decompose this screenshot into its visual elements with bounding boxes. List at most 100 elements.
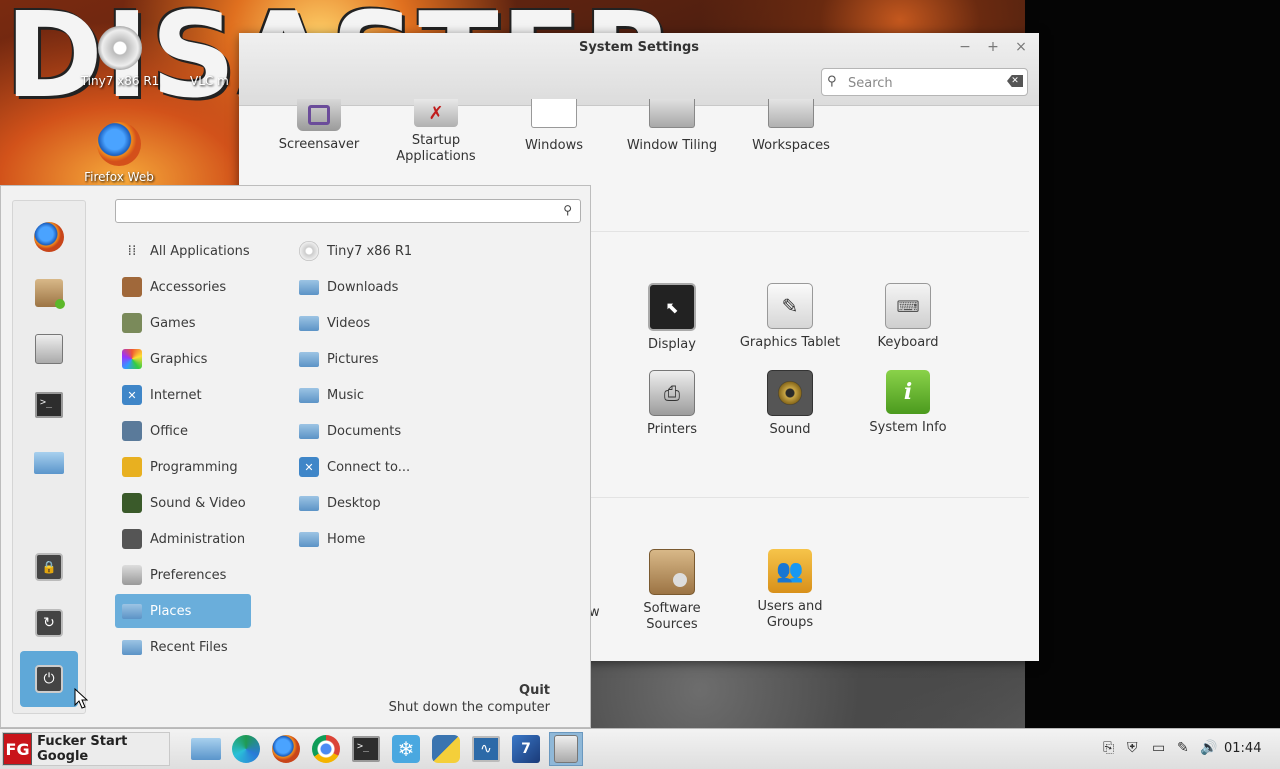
- settings-search-input[interactable]: [846, 72, 1000, 94]
- settings-item-screensaver[interactable]: Screensaver: [264, 99, 374, 152]
- section-divider: [589, 497, 1029, 498]
- clock[interactable]: 01:44: [1224, 741, 1261, 756]
- settings-item-workspaces[interactable]: Workspaces: [736, 99, 846, 153]
- settings-item-users-and-groups[interactable]: 👥 Users and Groups: [735, 549, 845, 631]
- place-documents[interactable]: Documents: [292, 416, 492, 446]
- pen-tray-icon[interactable]: ✎: [1177, 740, 1189, 756]
- application-menu: >_ 🔒 ↻ ⏻ ⚲ ⁞⁞ All Applications Accessorie…: [0, 185, 591, 728]
- menu-search-input[interactable]: [126, 202, 550, 222]
- edge-dev-icon: [232, 735, 260, 763]
- category-internet[interactable]: ✕ Internet: [115, 380, 251, 410]
- favorite-firefox[interactable]: [31, 219, 67, 255]
- place-label: Videos: [327, 315, 371, 331]
- desktop-icon-firefox[interactable]: Firefox Web: [74, 122, 164, 184]
- category-all-applications[interactable]: ⁞⁞ All Applications: [115, 236, 251, 266]
- category-recent-files[interactable]: Recent Files: [115, 632, 251, 662]
- keyboard-icon: ⌨: [885, 283, 931, 329]
- favorite-terminal[interactable]: >_: [31, 387, 67, 423]
- keyboard-tray-icon[interactable]: ▭: [1152, 740, 1165, 756]
- settings-item-display[interactable]: ⬉ Display: [617, 283, 727, 352]
- pictures-folder-icon: [299, 349, 319, 369]
- firefox-icon: [97, 122, 141, 166]
- settings-titlebar[interactable]: System Settings − + × ⚲ ✕: [239, 33, 1039, 106]
- place-home[interactable]: Home: [292, 524, 492, 554]
- place-label: Tiny7 x86 R1: [327, 243, 413, 259]
- settings-item-label: Sound: [769, 422, 811, 437]
- place-connect-to[interactable]: ✕ Connect to...: [292, 452, 492, 482]
- taskbar-firefox[interactable]: [269, 732, 303, 766]
- shield-tray-icon[interactable]: ⛨: [1127, 740, 1138, 756]
- screensaver-icon: [297, 99, 341, 131]
- clear-search-icon[interactable]: ✕: [1007, 75, 1023, 87]
- category-label: Accessories: [150, 279, 227, 295]
- settings-item-system-info[interactable]: i System Info: [853, 370, 963, 435]
- desktop-icon-tiny7[interactable]: Tiny7 x86 R1: [75, 26, 165, 88]
- category-label: Preferences: [150, 567, 227, 583]
- clipboard-tray-icon[interactable]: ⎘: [1103, 740, 1114, 756]
- category-sound-video[interactable]: Sound & Video: [115, 488, 251, 518]
- desktop-folder-icon: [299, 493, 319, 513]
- favorite-system-settings[interactable]: [31, 331, 67, 367]
- folder-icon: [34, 452, 64, 474]
- terminal-icon: >_: [352, 736, 380, 762]
- graphics-icon: [122, 349, 142, 369]
- logout-button[interactable]: ↻: [31, 605, 67, 641]
- start-menu-button[interactable]: FG Fucker Start Google: [2, 732, 170, 766]
- menu-search-box[interactable]: ⚲: [115, 199, 581, 223]
- taskbar-edge-dev[interactable]: [229, 732, 263, 766]
- lock-screen-button[interactable]: 🔒: [31, 549, 67, 585]
- settings-item-window-tiling[interactable]: Window Tiling: [617, 99, 727, 153]
- taskbar-terminal[interactable]: >_: [349, 732, 383, 766]
- package-installer-icon: [35, 279, 65, 309]
- category-places[interactable]: Places: [115, 594, 251, 628]
- settings-item-label: Windows: [524, 138, 584, 153]
- section-divider: [589, 231, 1029, 232]
- network-icon: ✕: [299, 457, 319, 477]
- taskbar-python[interactable]: [429, 732, 463, 766]
- taskbar-tiny7[interactable]: 7: [509, 732, 543, 766]
- place-tiny7[interactable]: Tiny7 x86 R1: [292, 236, 492, 266]
- volume-tray-icon[interactable]: 🔊: [1200, 740, 1217, 756]
- category-games[interactable]: Games: [115, 308, 251, 338]
- shutdown-button[interactable]: ⏻: [20, 651, 78, 707]
- printer-icon: ⎙: [649, 370, 695, 416]
- settings-item-graphics-tablet[interactable]: ✎ Graphics Tablet: [735, 283, 845, 350]
- taskbar-chrome[interactable]: [309, 732, 343, 766]
- place-downloads[interactable]: Downloads: [292, 272, 492, 302]
- settings-item-partial[interactable]: w: [589, 605, 603, 620]
- window-title: System Settings: [578, 40, 700, 55]
- category-label: Office: [150, 423, 188, 439]
- settings-item-label: Workspaces: [752, 138, 830, 153]
- settings-search-box[interactable]: ⚲ ✕: [821, 68, 1028, 96]
- favorite-files[interactable]: [31, 445, 67, 481]
- category-administration[interactable]: Administration: [115, 524, 251, 554]
- category-office[interactable]: Office: [115, 416, 251, 446]
- place-videos[interactable]: Videos: [292, 308, 492, 338]
- settings-item-startup-applications[interactable]: ✗ Startup Applications: [381, 99, 491, 165]
- favorite-package-installer[interactable]: [31, 275, 67, 311]
- settings-item-sound[interactable]: Sound: [735, 370, 845, 437]
- taskbar-system-monitor[interactable]: ∿: [469, 732, 503, 766]
- close-button[interactable]: ×: [1012, 38, 1030, 56]
- category-programming[interactable]: Programming: [115, 452, 251, 482]
- minimize-button[interactable]: −: [956, 38, 974, 56]
- place-pictures[interactable]: Pictures: [292, 344, 492, 374]
- place-music[interactable]: Music: [292, 380, 492, 410]
- place-desktop[interactable]: Desktop: [292, 488, 492, 518]
- settings-item-software-sources[interactable]: Software Sources: [617, 549, 727, 633]
- settings-item-printers[interactable]: ⎙ Printers: [617, 370, 727, 437]
- taskbar-snowflake[interactable]: ❄: [389, 732, 423, 766]
- settings-item-windows[interactable]: Windows: [499, 99, 609, 153]
- maximize-button[interactable]: +: [984, 38, 1002, 56]
- settings-icon: [554, 735, 578, 763]
- settings-item-keyboard[interactable]: ⌨ Keyboard: [853, 283, 963, 350]
- category-graphics[interactable]: Graphics: [115, 344, 251, 374]
- category-preferences[interactable]: Preferences: [115, 560, 251, 590]
- category-accessories[interactable]: Accessories: [115, 272, 251, 302]
- accessories-icon: [122, 277, 142, 297]
- chrome-icon: [312, 735, 340, 763]
- taskbar-system-settings[interactable]: [549, 732, 583, 766]
- system-monitor-icon: ∿: [472, 736, 500, 762]
- taskbar-files[interactable]: [189, 732, 223, 766]
- videos-folder-icon: [299, 313, 319, 333]
